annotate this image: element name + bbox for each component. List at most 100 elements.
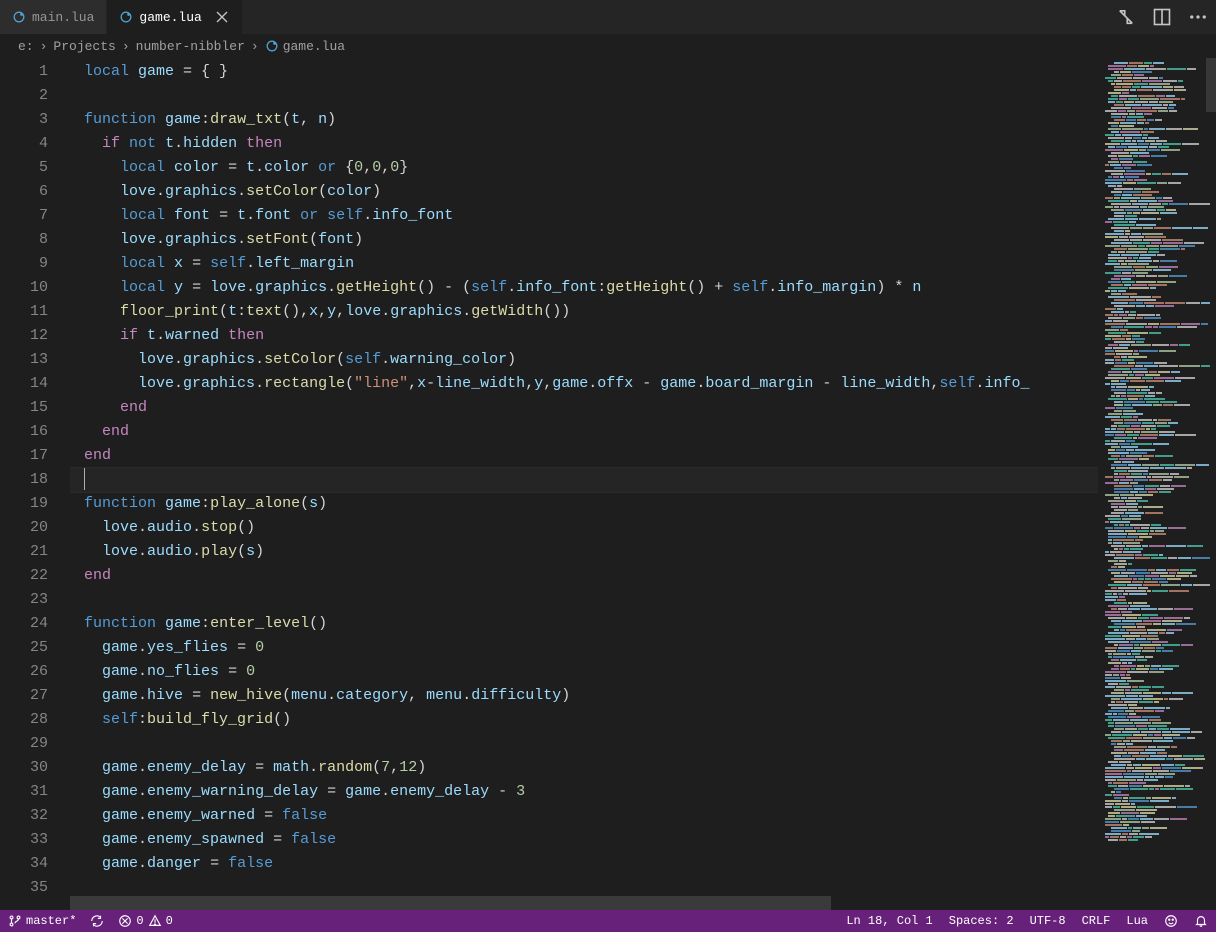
horizontal-scrollbar[interactable] (70, 896, 1098, 910)
eol[interactable]: CRLF (1082, 914, 1111, 928)
breadcrumb-seg[interactable]: e: (18, 39, 34, 54)
minimap-scrollbar[interactable] (1206, 58, 1216, 910)
code-line[interactable]: local color = t.color or {0,0,0} (70, 156, 1098, 180)
code-line[interactable]: if not t.hidden then (70, 132, 1098, 156)
code-line[interactable]: local game = { } (70, 60, 1098, 84)
cursor-position[interactable]: Ln 18, Col 1 (846, 914, 932, 928)
minimap-line (1104, 833, 1210, 835)
minimap-line (1104, 113, 1210, 115)
minimap-line (1104, 371, 1210, 373)
tab-main-lua[interactable]: main.lua (0, 0, 107, 34)
code-line[interactable] (70, 588, 1098, 612)
minimap-line (1104, 698, 1210, 700)
code-line[interactable]: game.yes_flies = 0 (70, 636, 1098, 660)
code-line[interactable]: function game:play_alone(s) (70, 492, 1098, 516)
code-line[interactable]: game.no_flies = 0 (70, 660, 1098, 684)
split-editor-icon[interactable] (1152, 7, 1172, 27)
minimap-line (1104, 824, 1210, 826)
code-line[interactable]: love.graphics.setColor(color) (70, 180, 1098, 204)
minimap-line (1104, 65, 1210, 67)
minimap-line (1104, 746, 1210, 748)
minimap-line (1104, 176, 1210, 178)
minimap-line (1104, 635, 1210, 637)
minimap-line (1104, 155, 1210, 157)
code-line[interactable]: game.enemy_warned = false (70, 804, 1098, 828)
code-line[interactable]: end (70, 564, 1098, 588)
sync-button[interactable] (90, 914, 104, 928)
more-icon[interactable] (1188, 7, 1208, 27)
minimap[interactable] (1098, 58, 1216, 910)
scrollbar-thumb[interactable] (1206, 58, 1216, 112)
language-mode[interactable]: Lua (1126, 914, 1148, 928)
code-line[interactable]: game.enemy_warning_delay = game.enemy_de… (70, 780, 1098, 804)
minimap-line (1104, 722, 1210, 724)
code-line[interactable]: floor_print(t:text(),x,y,love.graphics.g… (70, 300, 1098, 324)
minimap-line (1104, 800, 1210, 802)
minimap-line (1104, 458, 1210, 460)
feedback-icon[interactable] (1164, 914, 1178, 928)
breadcrumb-file[interactable]: game.lua (265, 39, 345, 54)
line-number: 32 (0, 804, 70, 828)
code-line[interactable]: game.hive = new_hive(menu.category, menu… (70, 684, 1098, 708)
minimap-line (1104, 389, 1210, 391)
code-line[interactable]: function game:enter_level() (70, 612, 1098, 636)
minimap-line (1104, 362, 1210, 364)
minimap-line (1104, 266, 1210, 268)
minimap-line (1104, 551, 1210, 553)
minimap-line (1104, 518, 1210, 520)
minimap-line (1104, 194, 1210, 196)
minimap-line (1104, 296, 1210, 298)
indent-setting[interactable]: Spaces: 2 (949, 914, 1014, 928)
breadcrumb-seg[interactable]: number-nibbler (136, 39, 245, 54)
code-line[interactable]: function game:draw_txt(t, n) (70, 108, 1098, 132)
scrollbar-thumb[interactable] (70, 896, 831, 910)
code-area[interactable]: local game = { } function game:draw_txt(t… (70, 58, 1098, 896)
breadcrumb-seg[interactable]: Projects (53, 39, 115, 54)
tab-game-lua[interactable]: game.lua (107, 0, 242, 34)
minimap-line (1104, 464, 1210, 466)
code-line[interactable]: end (70, 396, 1098, 420)
minimap-line (1104, 467, 1210, 469)
minimap-line (1104, 134, 1210, 136)
minimap-line (1104, 224, 1210, 226)
code-line[interactable]: local font = t.font or self.info_font (70, 204, 1098, 228)
code-line[interactable] (70, 468, 1098, 492)
code-line[interactable]: love.graphics.rectangle("line",x-line_wi… (70, 372, 1098, 396)
code-line[interactable] (70, 876, 1098, 896)
minimap-line (1104, 542, 1210, 544)
code-line[interactable]: local y = love.graphics.getHeight() - (s… (70, 276, 1098, 300)
code-line[interactable]: love.graphics.setColor(self.warning_colo… (70, 348, 1098, 372)
code-line[interactable]: love.audio.stop() (70, 516, 1098, 540)
minimap-line (1104, 470, 1210, 472)
minimap-line (1104, 602, 1210, 604)
code-line[interactable]: end (70, 420, 1098, 444)
code-line[interactable]: game.danger = false (70, 852, 1098, 876)
code-line[interactable]: game.enemy_delay = math.random(7,12) (70, 756, 1098, 780)
minimap-line (1104, 413, 1210, 415)
compare-changes-icon[interactable] (1116, 7, 1136, 27)
line-number: 21 (0, 540, 70, 564)
code-line[interactable]: self:build_fly_grid() (70, 708, 1098, 732)
minimap-line (1104, 128, 1210, 130)
code-line[interactable]: love.audio.play(s) (70, 540, 1098, 564)
minimap-line (1104, 539, 1210, 541)
problems[interactable]: 0 0 (118, 914, 172, 928)
notifications-icon[interactable] (1194, 914, 1208, 928)
encoding[interactable]: UTF-8 (1030, 914, 1066, 928)
close-icon[interactable] (214, 9, 230, 25)
code-line[interactable]: love.graphics.setFont(font) (70, 228, 1098, 252)
line-number: 6 (0, 180, 70, 204)
minimap-line (1104, 710, 1210, 712)
code-line[interactable]: if t.warned then (70, 324, 1098, 348)
code-line[interactable] (70, 84, 1098, 108)
minimap-line (1104, 305, 1210, 307)
code-line[interactable]: local x = self.left_margin (70, 252, 1098, 276)
git-branch[interactable]: master* (8, 914, 76, 928)
minimap-line (1104, 233, 1210, 235)
code-line[interactable]: end (70, 444, 1098, 468)
minimap-line (1104, 554, 1210, 556)
code-line[interactable] (70, 732, 1098, 756)
minimap-line (1104, 251, 1210, 253)
minimap-line (1104, 734, 1210, 736)
code-line[interactable]: game.enemy_spawned = false (70, 828, 1098, 852)
